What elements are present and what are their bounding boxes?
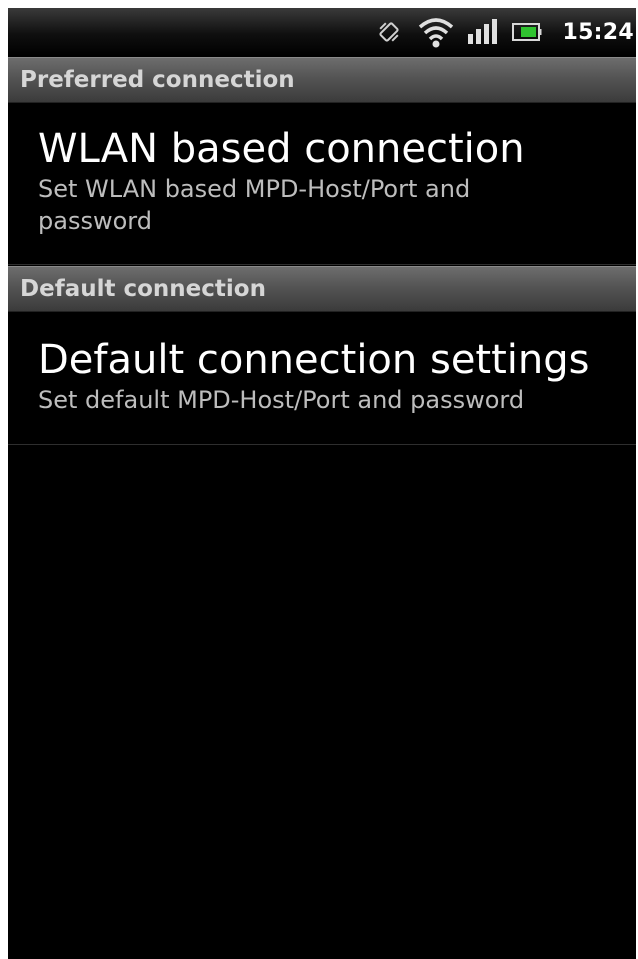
pref-item-wlan-based-connection[interactable]: WLAN based connection Set WLAN based MPD…	[8, 103, 636, 265]
status-bar: 15:24	[8, 8, 636, 56]
status-time: 15:24	[562, 19, 634, 45]
settings-screen: 15:24 Preferred connection WLAN based co…	[8, 8, 636, 959]
pref-item-title: Default connection settings	[38, 337, 590, 383]
pref-item-summary: Set default MPD-Host/Port and password	[38, 386, 525, 414]
vibrate-icon	[366, 8, 412, 56]
pref-item-summary: Set WLAN based MPD-Host/Port and passwor…	[38, 175, 471, 235]
battery-icon	[504, 8, 550, 56]
pref-item-default-connection-settings[interactable]: Default connection settings Set default …	[8, 312, 636, 445]
section-header-preferred-connection: Preferred connection	[8, 57, 636, 103]
wifi-icon	[412, 8, 460, 56]
section-header-default-connection: Default connection	[8, 266, 636, 312]
signal-icon	[460, 8, 504, 56]
pref-item-title: WLAN based connection	[38, 126, 525, 172]
